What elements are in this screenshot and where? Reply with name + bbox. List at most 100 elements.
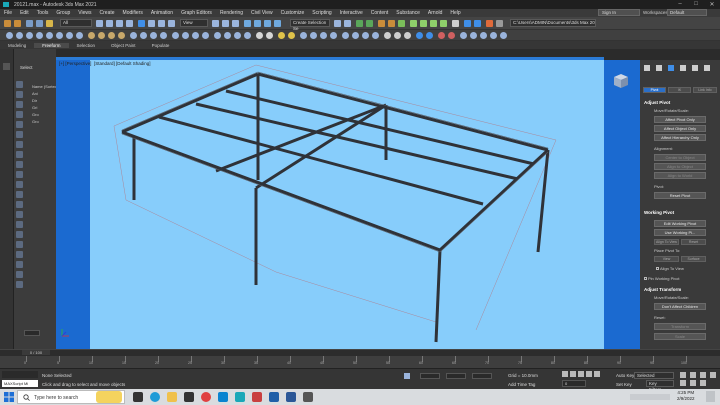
place-view-button[interactable]: View (654, 256, 679, 262)
play-icon[interactable] (578, 371, 584, 377)
cylinder-icon[interactable] (26, 32, 33, 39)
align-to-world-button[interactable]: Align to World (654, 172, 706, 179)
use-working-pivot-button[interactable]: Use Working Pi... (654, 229, 706, 236)
edit-working-pivot-button[interactable]: Edit Working Pivot (654, 220, 706, 227)
utilities-tab-icon[interactable] (704, 65, 710, 71)
app-icon[interactable] (252, 392, 262, 402)
extrude-icon[interactable] (140, 32, 147, 39)
plane-icon[interactable] (46, 32, 53, 39)
minimize-button[interactable]: – (672, 1, 688, 8)
select-by-name-icon[interactable] (106, 20, 113, 27)
project-path-dropdown[interactable]: C:\Users\ADMIN\Documents\3ds Max 2021 (510, 19, 596, 27)
select-and-move-icon[interactable] (138, 20, 145, 27)
taskbar-clock[interactable]: 4:25 PM 2/9/2022 (677, 390, 695, 402)
isolate-icon[interactable] (460, 32, 467, 39)
grid-icon[interactable] (490, 32, 497, 39)
menu-scripting[interactable]: Scripting (308, 10, 335, 16)
substance-icon[interactable] (474, 20, 481, 27)
tree-item[interactable]: Dir (32, 98, 37, 103)
edit-poly-icon[interactable] (130, 32, 137, 39)
xref-icon[interactable] (416, 32, 423, 39)
cube-icon[interactable] (16, 32, 23, 39)
viewport-shading-label[interactable]: [Standard] [Default Shading] (94, 61, 151, 66)
set-key-button[interactable]: Set Key (616, 382, 632, 387)
schematic-view-icon[interactable] (388, 20, 395, 27)
cone-icon[interactable] (36, 32, 43, 39)
place-surface-button[interactable]: Surface (681, 256, 706, 262)
tree-item[interactable]: Gri (32, 105, 37, 110)
current-frame-field[interactable]: 0 (562, 380, 586, 387)
pin-check-icon[interactable] (644, 277, 647, 280)
pan-icon[interactable] (680, 380, 686, 386)
select-manipulate-icon[interactable] (222, 20, 229, 27)
snaps-toggle-icon[interactable] (244, 20, 251, 27)
symmetry-icon[interactable] (214, 32, 221, 39)
hide-icon[interactable] (384, 32, 391, 39)
maximize-viewport-icon[interactable] (700, 380, 706, 386)
render-icon[interactable] (438, 32, 445, 39)
layer-selector[interactable] (24, 330, 40, 336)
daylight-icon[interactable] (288, 32, 295, 39)
settings-icon[interactable] (16, 281, 23, 288)
app-icon[interactable] (303, 392, 313, 402)
align-to-view-button[interactable]: Align To View (654, 239, 679, 245)
tab-populate[interactable]: Populate (144, 43, 178, 48)
teapot-icon[interactable] (76, 32, 83, 39)
spacing-tool-icon[interactable] (310, 32, 317, 39)
spinner-snap-icon[interactable] (274, 20, 281, 27)
menu-civil-view[interactable]: Civil View (247, 10, 277, 16)
select-and-place-icon[interactable] (168, 20, 175, 27)
adjust-pivot-header[interactable]: Adjust Pivot (644, 100, 670, 105)
lock-selection-icon[interactable] (404, 373, 410, 379)
array-icon[interactable] (300, 32, 307, 39)
keyboard-shortcut-icon[interactable] (232, 20, 239, 27)
material-editor-icon[interactable] (398, 20, 405, 27)
sidebar-toggle-icon[interactable] (3, 63, 10, 70)
torus-icon[interactable] (56, 32, 63, 39)
menu-content[interactable]: Content (367, 10, 393, 16)
dont-affect-children-button[interactable]: Don't Affect Children (654, 303, 706, 310)
bind-space-warp-icon[interactable] (46, 20, 53, 27)
track-bar[interactable]: 0 5 10 15 20 25 30 35 40 45 50 55 60 65 … (0, 356, 720, 368)
adjust-transform-header[interactable]: Adjust Transform (644, 287, 681, 292)
select-object-icon[interactable] (96, 20, 103, 27)
reset-working-pivot-button[interactable]: Reset (681, 239, 706, 245)
twist-icon[interactable] (182, 32, 189, 39)
create-tab-icon[interactable] (644, 65, 650, 71)
freeze-icon[interactable] (404, 32, 411, 39)
filter-groups-icon[interactable] (16, 141, 23, 148)
menu-rendering[interactable]: Rendering (216, 10, 247, 16)
redo-icon[interactable] (14, 20, 21, 27)
notifications-icon[interactable] (706, 391, 715, 402)
chrome-icon[interactable] (201, 392, 211, 402)
viewcube-icon[interactable] (612, 72, 630, 90)
ungroup-icon[interactable] (352, 32, 359, 39)
rectangular-selection-icon[interactable] (116, 20, 123, 27)
time-slider[interactable] (0, 349, 720, 356)
x-coordinate-field[interactable] (420, 373, 440, 379)
store-icon[interactable] (184, 392, 194, 402)
shell-icon[interactable] (224, 32, 231, 39)
workspace-dropdown[interactable]: Default (667, 9, 707, 16)
folder-icon[interactable] (486, 20, 493, 27)
menu-edit[interactable]: Edit (16, 10, 33, 16)
tree-item[interactable]: Gro (32, 119, 39, 124)
windows-start-icon[interactable] (4, 392, 14, 402)
project-icon[interactable] (496, 20, 503, 27)
arnold-icon[interactable] (464, 20, 471, 27)
curve-editor-icon[interactable] (378, 20, 385, 27)
pin-working-pivot-checkbox[interactable]: Pin Working Pivot (648, 276, 680, 281)
viewport-render-icon[interactable] (448, 32, 455, 39)
menu-substance[interactable]: Substance (392, 10, 424, 16)
group-icon[interactable] (342, 32, 349, 39)
filter-bones-icon[interactable] (16, 161, 23, 168)
field-of-view-icon[interactable] (710, 372, 716, 378)
tree-item[interactable]: Gro (32, 112, 39, 117)
select-and-scale-icon[interactable] (158, 20, 165, 27)
bend-icon[interactable] (172, 32, 179, 39)
boolean-icon[interactable] (256, 32, 263, 39)
attach-icon[interactable] (362, 32, 369, 39)
detach-icon[interactable] (372, 32, 379, 39)
perspective-viewport[interactable] (56, 60, 604, 349)
next-frame-icon[interactable] (586, 371, 592, 377)
